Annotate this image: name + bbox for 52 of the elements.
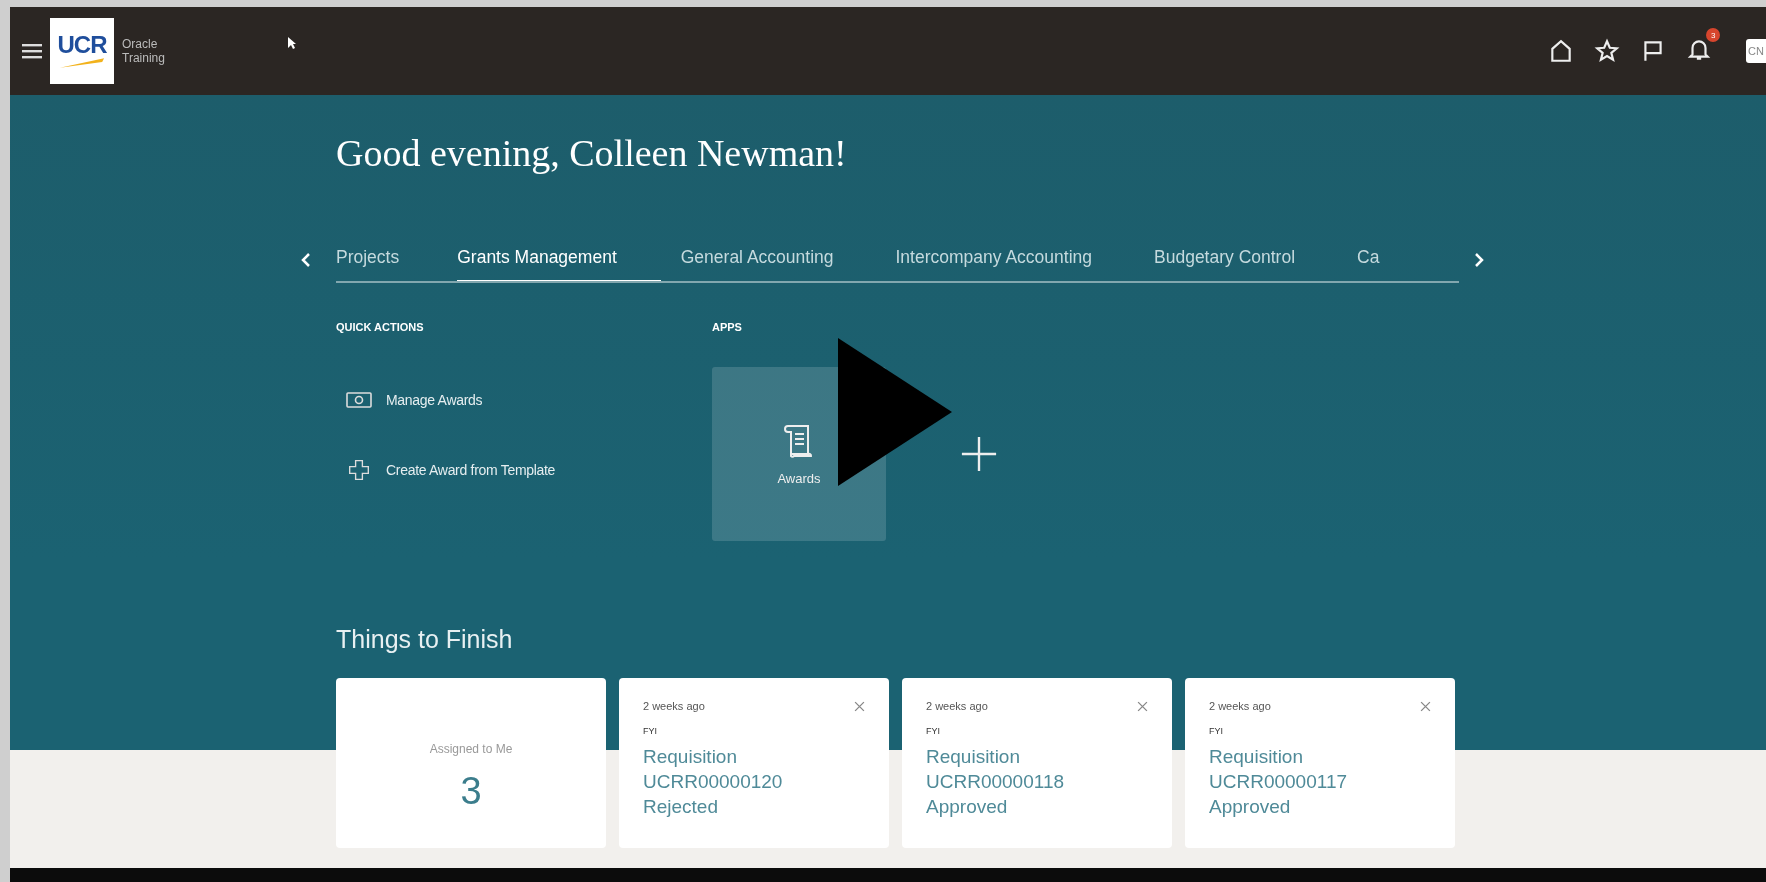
section-title: QUICK ACTIONS — [336, 321, 425, 333]
chevron-right-icon[interactable] — [1473, 252, 1485, 268]
app-name: Oracle — [122, 37, 159, 51]
greeting: Good evening, Colleen Newman! — [336, 131, 848, 175]
card-time: 2 weeks ago — [643, 700, 705, 712]
close-icon[interactable] — [1137, 700, 1148, 712]
chevron-left-icon[interactable] — [300, 252, 312, 268]
card-title: UCRR00000120 — [643, 770, 784, 794]
card-label: Assigned to Me — [429, 742, 513, 756]
notification-card[interactable]: 2 weeks ago FYI Requisition UCRR00000120 Rejected — [619, 678, 889, 848]
notification-card[interactable]: 2 weeks ago FYI Requisition UCRR00000117 Approved — [1185, 678, 1455, 848]
video-play-overlay[interactable] — [838, 338, 952, 486]
card-title: Requisition — [1209, 745, 1304, 769]
card-title: Approved — [926, 795, 1009, 819]
card-title: Approved — [1209, 795, 1292, 819]
app-name: Training — [122, 51, 165, 65]
quick-action-link[interactable]: Manage Awards — [386, 392, 483, 408]
add-icon[interactable] — [960, 435, 998, 473]
card-time: 2 weeks ago — [1209, 700, 1271, 712]
card-title: UCRR00000118 — [926, 770, 1065, 794]
logo[interactable]: UCR — [50, 18, 114, 84]
card-time: 2 weeks ago — [926, 700, 988, 712]
swoosh-icon — [58, 57, 106, 69]
tab[interactable]: Ca — [1357, 237, 1380, 281]
cursor-icon — [286, 36, 297, 50]
card-title: Requisition — [643, 745, 738, 769]
money-icon — [346, 389, 372, 411]
tab[interactable]: Grants Management — [457, 237, 661, 281]
notification-card[interactable]: 2 weeks ago FYI Requisition UCRR00000118 Approved — [902, 678, 1172, 848]
tab[interactable]: Projects — [336, 237, 400, 281]
avatar[interactable]: CN — [1746, 39, 1766, 63]
card-title: Requisition — [926, 745, 1021, 769]
menu-icon[interactable] — [22, 43, 42, 59]
card-type: FYI — [1209, 726, 1224, 736]
card-title: UCRR00000117 — [1209, 770, 1348, 794]
card-type: FYI — [926, 726, 941, 736]
notification-badge: 3 — [1706, 28, 1721, 42]
summary-card[interactable]: Assigned to Me 3 — [336, 678, 606, 848]
close-icon[interactable] — [854, 700, 865, 712]
close-icon[interactable] — [1420, 700, 1431, 712]
scroll-icon — [784, 422, 814, 459]
tab[interactable]: General Accounting — [680, 237, 834, 281]
star-icon[interactable] — [1594, 38, 1621, 64]
card-type: FYI — [643, 726, 658, 736]
tab[interactable]: Budgetary Control — [1154, 237, 1296, 281]
section-heading: Things to Finish — [336, 625, 514, 654]
plus-icon — [346, 459, 372, 481]
tab[interactable]: Intercompany Accounting — [895, 237, 1092, 281]
card-count: 3 — [460, 770, 482, 813]
quick-action-link[interactable]: Create Award from Template — [386, 462, 556, 478]
section-title: APPS — [712, 321, 743, 333]
card-title: Rejected — [643, 795, 719, 819]
